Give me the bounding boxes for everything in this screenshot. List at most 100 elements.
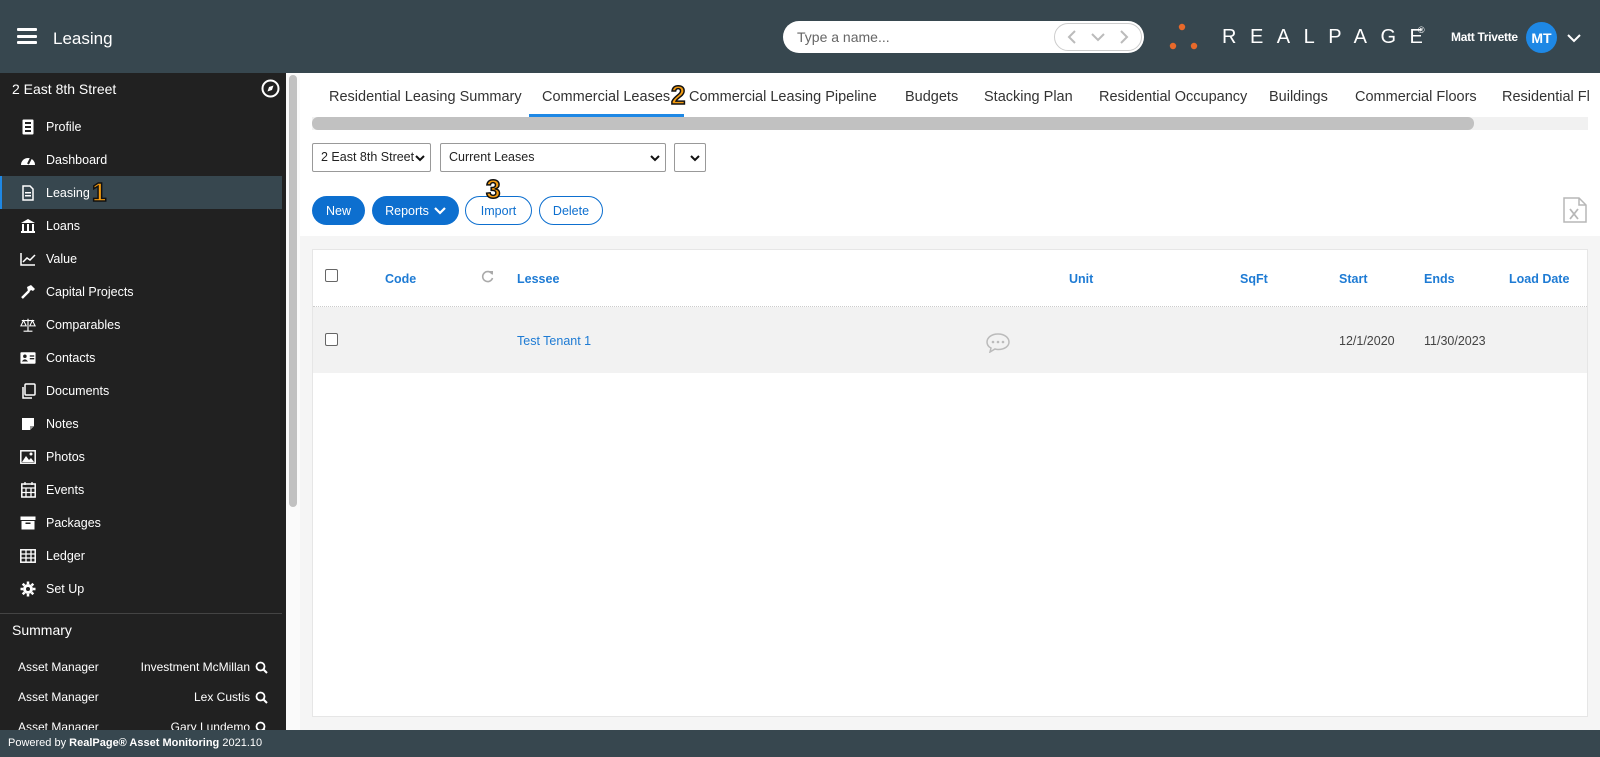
sidebar-item-dashboard[interactable]: Dashboard	[0, 143, 282, 176]
sidebar-item-label: Set Up	[46, 581, 85, 596]
new-button[interactable]: New	[312, 196, 365, 225]
user-menu-chevron-icon[interactable]	[1567, 30, 1583, 46]
user-avatar[interactable]: MT	[1526, 22, 1557, 53]
sidebar-item-ledger[interactable]: Ledger	[0, 539, 282, 572]
sidebar-item-capital-projects[interactable]: Capital Projects	[0, 275, 282, 308]
chevron-left-icon[interactable]	[1063, 28, 1081, 46]
column-header-start[interactable]: Start	[1339, 272, 1367, 286]
hammer-icon	[20, 284, 36, 300]
chevron-down-icon[interactable]	[1089, 28, 1107, 46]
column-header-sqft[interactable]: SqFt	[1240, 272, 1268, 286]
photo-icon	[20, 449, 36, 465]
name-search-input[interactable]	[797, 27, 1047, 47]
column-header-unit[interactable]: Unit	[1069, 272, 1093, 286]
summary-person: Gary Lundemo	[170, 720, 250, 730]
cell-ends: 11/30/2023	[1424, 334, 1486, 348]
tab-commercial-floors[interactable]: Commercial Floors	[1355, 73, 1477, 117]
excel-export-icon[interactable]	[1563, 197, 1587, 223]
comment-icon[interactable]	[986, 333, 1010, 358]
tab-bar: Residential Leasing Summary Commercial L…	[312, 73, 1600, 117]
sidebar-item-label: Photos	[46, 449, 85, 464]
summary-role: Asset Manager	[18, 720, 99, 730]
footer-version: 2021.10	[222, 737, 263, 749]
summary-row: Asset Manager Lex Custis	[18, 688, 268, 708]
table-row[interactable]: Test Tenant 1 12/1/2020 11/30/2023	[313, 307, 1587, 373]
sidebar-item-contacts[interactable]: Contacts	[0, 341, 282, 374]
sidebar-item-label: Contacts	[46, 350, 96, 365]
sidebar-item-label: Documents	[46, 383, 110, 398]
summary-section: Summary Asset Manager Investment McMilla…	[0, 613, 282, 730]
chart-line-icon	[20, 251, 36, 267]
reports-button-label: Reports	[385, 203, 429, 218]
sidebar-item-label: Profile	[46, 119, 82, 134]
chevron-down-icon	[690, 155, 700, 162]
extra-filter-select[interactable]	[674, 143, 706, 172]
tab-budgets[interactable]: Budgets	[905, 73, 958, 117]
sidebar-item-set-up[interactable]: Set Up	[0, 572, 282, 605]
profile-icon	[20, 119, 36, 135]
compass-icon[interactable]	[261, 79, 280, 98]
sidebar-item-label: Events	[46, 482, 85, 497]
sidebar-item-packages[interactable]: Packages	[0, 506, 282, 539]
summary-title: Summary	[12, 622, 72, 638]
chevron-down-icon	[434, 206, 446, 215]
hamburger-menu-icon[interactable]	[17, 28, 37, 44]
tab-buildings[interactable]: Buildings	[1269, 73, 1328, 117]
sidebar-item-comparables[interactable]: Comparables	[0, 308, 282, 341]
tab-scrollbar-thumb[interactable]	[312, 117, 1474, 130]
sidebar-item-events[interactable]: Events	[0, 473, 282, 506]
cell-start: 12/1/2020	[1339, 334, 1395, 348]
row-checkbox[interactable]	[325, 333, 338, 346]
dashboard-icon	[20, 152, 36, 168]
sidebar-item-photos[interactable]: Photos	[0, 440, 282, 473]
search-icon[interactable]	[255, 691, 268, 704]
realpage-logo: REALPAGE ®	[1167, 22, 1427, 52]
leasing-icon	[20, 184, 36, 201]
summary-person: Investment McMillan	[140, 660, 250, 674]
chevron-down-icon	[650, 155, 660, 162]
refresh-icon[interactable]	[481, 270, 494, 288]
sidebar-item-label: Capital Projects	[46, 284, 134, 299]
app-title: Leasing	[53, 29, 113, 48]
delete-button[interactable]: Delete	[539, 196, 603, 225]
lease-view-select[interactable]: Current Leases	[440, 143, 666, 172]
sidebar-item-profile[interactable]: Profile	[0, 110, 282, 143]
column-header-load-date[interactable]: Load Date	[1509, 272, 1569, 286]
scale-icon	[20, 317, 36, 333]
step-callout-1: 1	[91, 176, 107, 208]
summary-person: Lex Custis	[193, 690, 250, 704]
column-header-ends[interactable]: Ends	[1424, 272, 1455, 286]
bank-icon	[20, 218, 36, 234]
chevron-right-icon[interactable]	[1115, 28, 1133, 46]
sidebar-nav: Profile Dashboard Leasing Loans Value Ca…	[0, 110, 282, 605]
tab-residential-occupancy[interactable]: Residential Occupancy	[1099, 73, 1247, 117]
contact-card-icon	[20, 350, 36, 366]
sidebar-item-value[interactable]: Value	[0, 242, 282, 275]
select-all-checkbox[interactable]	[325, 269, 338, 282]
reports-button[interactable]: Reports	[372, 196, 459, 225]
grid-header: Code Lessee Unit SqFt Start Ends Load Da…	[313, 250, 1587, 307]
column-header-lessee[interactable]: Lessee	[517, 272, 559, 286]
tab-commercial-leasing-pipeline[interactable]: Commercial Leasing Pipeline	[689, 73, 877, 117]
property-select-value: 2 East 8th Street	[321, 150, 415, 164]
sidebar-property-name: 2 East 8th Street	[12, 81, 117, 97]
tab-commercial-leases[interactable]: Commercial Leases	[529, 73, 685, 117]
sidebar-item-documents[interactable]: Documents	[0, 374, 282, 407]
summary-role: Asset Manager	[18, 690, 99, 704]
tab-stacking-plan[interactable]: Stacking Plan	[984, 73, 1073, 117]
sidebar-item-leasing[interactable]: Leasing	[0, 176, 282, 209]
sidebar-item-label: Dashboard	[46, 152, 108, 167]
search-icon[interactable]	[255, 661, 268, 674]
logo-registered-mark: ®	[1418, 25, 1425, 35]
tab-residential-floors[interactable]: Residential Fl	[1502, 73, 1590, 117]
sidebar-item-notes[interactable]: Notes	[0, 407, 282, 440]
step-callout-2: 2	[670, 79, 686, 111]
tab-residential-leasing-summary[interactable]: Residential Leasing Summary	[329, 73, 522, 117]
sidebar-scrollbar-thumb[interactable]	[289, 75, 297, 507]
cell-lessee-link[interactable]: Test Tenant 1	[517, 334, 591, 348]
property-select[interactable]: 2 East 8th Street	[312, 143, 431, 172]
sidebar-item-loans[interactable]: Loans	[0, 209, 282, 242]
column-header-code[interactable]: Code	[385, 272, 416, 286]
search-result-nav	[1054, 23, 1142, 51]
search-icon[interactable]	[255, 721, 268, 730]
